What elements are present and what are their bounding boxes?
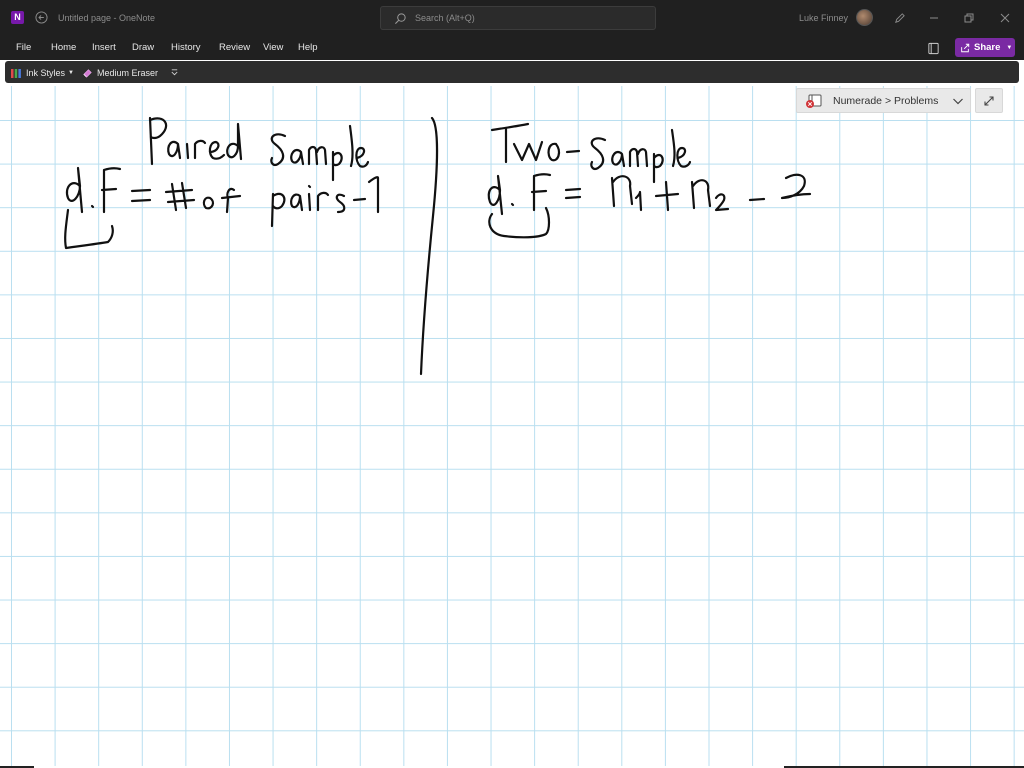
avatar[interactable] [856,9,873,26]
ink-formula-paired [65,166,380,228]
eraser-icon [83,69,92,78]
ink-styles-icon [11,68,21,78]
notebook-icon[interactable] [927,42,940,55]
user-name[interactable]: Luke Finney [799,13,848,23]
menu-insert[interactable]: Insert [92,42,116,53]
menu-history[interactable]: History [171,42,201,53]
ink-formula-two-sample [487,173,812,216]
ink-styles-button[interactable]: Ink Styles ▼ [10,65,74,80]
ink-styles-label: Ink Styles [26,67,66,78]
minimize-icon[interactable] [926,10,942,26]
menu-file[interactable]: File [16,42,31,53]
notebook-sync-error-icon [806,94,822,108]
page-canvas[interactable] [0,86,1024,766]
window-title: Untitled page - OneNote [58,13,156,23]
menu-help[interactable]: Help [298,42,318,53]
menu-home[interactable]: Home [51,42,76,53]
share-icon [961,43,970,52]
menu-review[interactable]: Review [219,42,250,53]
notebook-path: Numerade > Problems [833,95,939,107]
share-caret-icon: ▼ [1006,44,1013,51]
handwritten-ink [64,116,812,376]
menu-view[interactable]: View [263,42,283,53]
ink-bracket-left [64,208,114,250]
ink-divider [419,116,439,376]
search-icon [394,13,406,25]
expand-icon [984,95,994,106]
search-box[interactable] [380,6,656,30]
search-input[interactable] [415,7,645,29]
ink-heading-paired-sample [148,116,370,182]
expand-button[interactable] [975,88,1003,113]
close-icon[interactable] [997,10,1013,26]
share-label: Share [974,42,1001,53]
title-bar: N Untitled page - OneNote Luke Finney [0,0,1024,36]
pen-icon[interactable] [891,10,907,26]
onenote-icon: N [11,11,24,24]
share-button[interactable]: Share ▼ [955,38,1015,57]
restore-icon[interactable] [961,10,977,26]
ink-bracket-right [488,206,551,239]
chevron-down-icon [953,98,963,105]
ink-styles-caret-icon: ▼ [68,69,74,76]
back-arrow-icon[interactable] [35,11,48,24]
menu-bar: File Home Insert Draw History Review Vie… [0,36,1024,60]
more-options-icon[interactable] [170,65,183,80]
medium-eraser-button[interactable]: Medium Eraser [82,65,158,80]
menu-draw[interactable]: Draw [132,42,154,53]
ribbon-toolbar: Ink Styles ▼ Medium Eraser [5,61,1019,83]
ink-heading-two-sample [490,122,692,184]
notebook-navigation-button[interactable]: Numerade > Problems [796,88,971,113]
eraser-label: Medium Eraser [97,67,159,78]
